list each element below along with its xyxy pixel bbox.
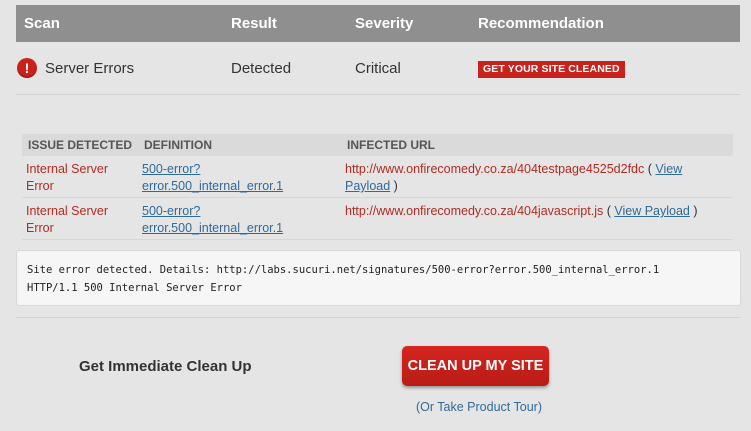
scan-name: Server Errors <box>45 60 135 77</box>
table-row: Internal Server Error 500-error?error.50… <box>22 198 733 240</box>
issue-detected: Internal Server Error <box>26 204 108 235</box>
error-icon: ! <box>17 58 37 78</box>
header-infected-url: INFECTED URL <box>347 138 435 152</box>
definition-link[interactable]: 500-error?error.500_internal_error.1 <box>142 204 283 235</box>
product-tour-link[interactable]: Or Take Product Tour <box>420 400 538 414</box>
details-line-2: HTTP/1.1 500 Internal Server Error <box>27 282 242 294</box>
scan-result: Detected <box>231 60 292 77</box>
scan-report-page: Scan Result Severity Recommendation ! Se… <box>0 0 751 431</box>
infected-url: http://www.onfirecomedy.co.za/404javascr… <box>345 204 604 218</box>
get-site-cleaned-button[interactable]: GET YOUR SITE CLEANED <box>478 61 625 78</box>
tour-paren-close: ) <box>537 400 542 414</box>
definition-link[interactable]: 500-error?error.500_internal_error.1 <box>142 162 283 193</box>
infected-url-cell: http://www.onfirecomedy.co.za/404javascr… <box>345 203 730 220</box>
header-recommendation: Recommendation <box>478 15 604 32</box>
issue-definition-cell: 500-error?error.500_internal_error.1 <box>142 161 332 195</box>
error-details-box: Site error detected. Details: http://lab… <box>16 250 741 306</box>
paren-open: ( <box>647 162 652 176</box>
details-line-1: Site error detected. Details: http://lab… <box>27 264 660 276</box>
paren-open: ( <box>606 204 611 218</box>
divider <box>16 317 740 318</box>
scan-severity: Critical <box>355 60 401 77</box>
paren-close: ) <box>693 204 698 218</box>
header-scan: Scan <box>24 15 60 32</box>
header-issue-detected: ISSUE DETECTED <box>28 138 133 152</box>
clean-up-my-site-button[interactable]: CLEAN UP MY SITE <box>402 346 549 386</box>
paren-close: ) <box>393 179 398 193</box>
product-tour: (Or Take Product Tour) <box>416 400 542 414</box>
infected-url-cell: http://www.onfirecomedy.co.za/404testpag… <box>345 161 730 195</box>
view-payload-link[interactable]: View Payload <box>614 204 690 218</box>
scan-table-header: Scan Result Severity Recommendation <box>16 5 740 42</box>
issue-detected: Internal Server Error <box>26 162 108 193</box>
issue-definition-cell: 500-error?error.500_internal_error.1 <box>142 203 332 237</box>
infected-url: http://www.onfirecomedy.co.za/404testpag… <box>345 162 645 176</box>
scan-row-server-errors: ! Server Errors Detected Critical GET YO… <box>16 42 740 95</box>
issues-table-header: ISSUE DETECTED DEFINITION INFECTED URL <box>22 134 733 156</box>
table-row: Internal Server Error 500-error?error.50… <box>22 156 733 198</box>
header-result: Result <box>231 15 277 32</box>
cta-label: Get Immediate Clean Up <box>79 358 252 375</box>
header-severity: Severity <box>355 15 414 32</box>
header-definition: DEFINITION <box>144 138 212 152</box>
issues-table: ISSUE DETECTED DEFINITION INFECTED URL I… <box>22 134 733 240</box>
